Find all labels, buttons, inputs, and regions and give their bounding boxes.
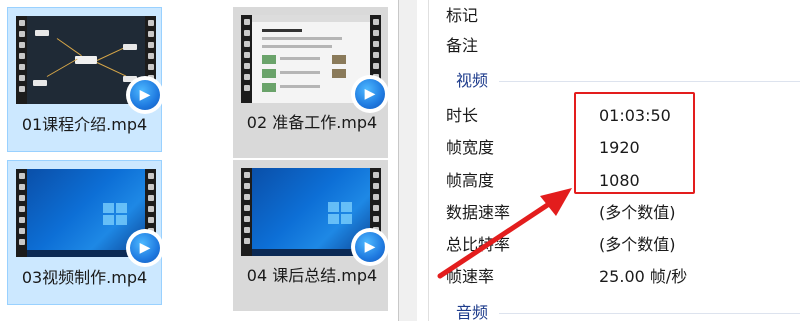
file-tile[interactable]: ▶ 01课程介绍.mp4 bbox=[7, 7, 164, 152]
section-header-audio: 音频 bbox=[429, 301, 800, 325]
property-label: 备注 bbox=[446, 36, 479, 55]
property-row[interactable]: 总比特率 (多个数值) bbox=[429, 229, 800, 260]
file-name: 03视频制作.mp4 bbox=[21, 268, 148, 287]
file-name: 01课程介绍.mp4 bbox=[21, 115, 148, 134]
file-name: 02 准备工作.mp4 bbox=[246, 113, 378, 132]
property-row[interactable]: 备注 bbox=[429, 30, 800, 61]
scrollbar[interactable] bbox=[399, 0, 417, 321]
highlight-box bbox=[574, 92, 695, 194]
property-value: 25.00 帧/秒 bbox=[599, 267, 688, 286]
property-value: (多个数值) bbox=[599, 235, 676, 254]
property-label: 帧宽度 bbox=[446, 138, 495, 157]
video-player-icon: ▶ bbox=[351, 75, 389, 113]
property-label: 时长 bbox=[446, 106, 479, 125]
property-row[interactable]: 数据速率 (多个数值) bbox=[429, 197, 800, 228]
property-label: 标记 bbox=[446, 6, 479, 25]
video-player-icon: ▶ bbox=[351, 228, 389, 266]
property-label: 帧速率 bbox=[446, 267, 495, 286]
property-row[interactable]: 帧速率 25.00 帧/秒 bbox=[429, 261, 800, 292]
section-title: 视频 bbox=[456, 71, 489, 90]
file-tile[interactable]: ▶ 02 准备工作.mp4 bbox=[233, 7, 389, 158]
property-value: (多个数值) bbox=[599, 203, 676, 222]
section-header-video: 视频 bbox=[429, 69, 800, 93]
file-pane: ▶ 01课程介绍.mp4 ▶ 02 准备工作.mp4 ▶ 03视频制作.mp4 … bbox=[0, 0, 398, 321]
property-label: 帧高度 bbox=[446, 171, 495, 190]
video-player-icon: ▶ bbox=[126, 76, 164, 114]
property-label: 总比特率 bbox=[446, 235, 511, 254]
property-label: 数据速率 bbox=[446, 203, 511, 222]
property-row[interactable]: 标记 bbox=[429, 0, 800, 31]
video-player-icon: ▶ bbox=[126, 229, 164, 267]
file-tile[interactable]: ▶ 04 课后总结.mp4 bbox=[233, 160, 389, 311]
section-title: 音频 bbox=[456, 303, 489, 322]
file-name: 04 课后总结.mp4 bbox=[246, 266, 378, 285]
file-tile[interactable]: ▶ 03视频制作.mp4 bbox=[7, 160, 164, 305]
